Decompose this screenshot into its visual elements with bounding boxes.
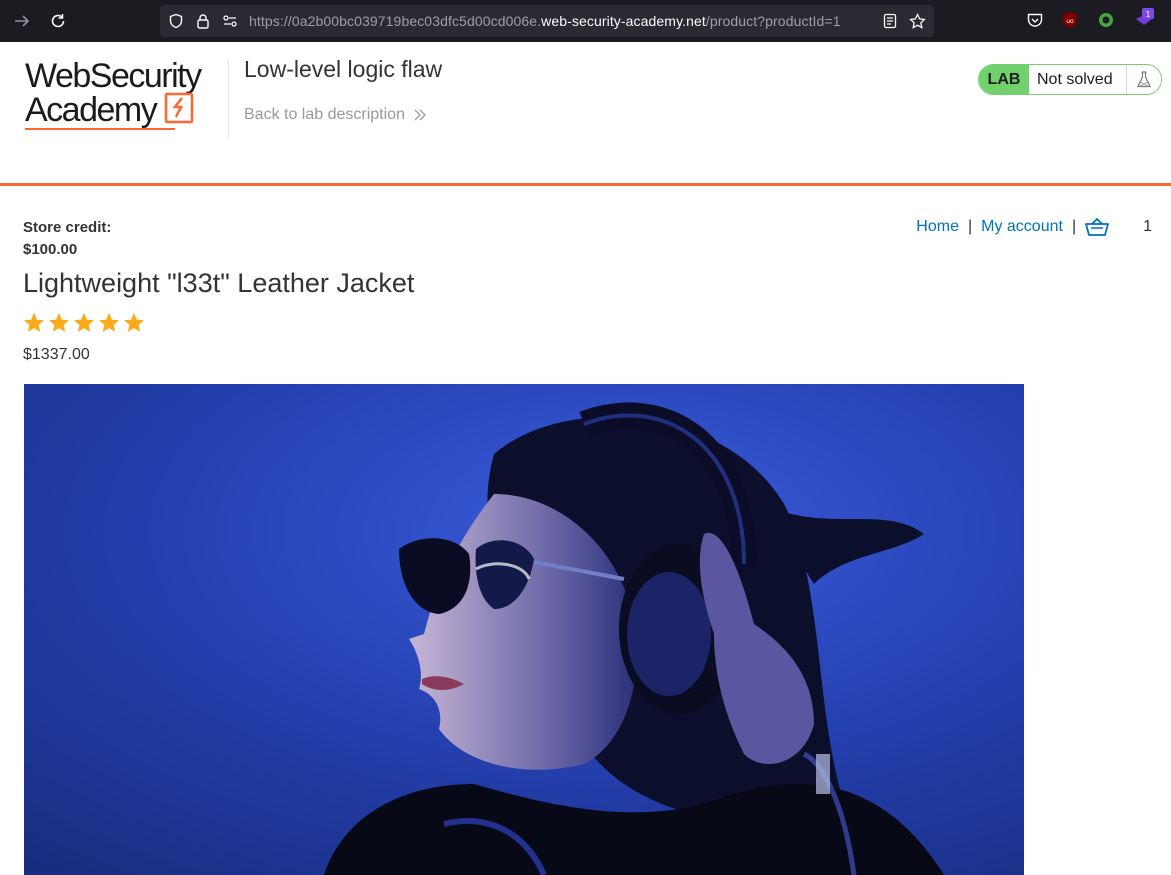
browser-toolbar: https://0a2b00bc039719bec03dfc5d00cd006e… xyxy=(0,0,1171,42)
ublock-origin-icon[interactable]: uo xyxy=(1061,11,1081,31)
site-permissions-icon[interactable] xyxy=(222,13,238,34)
store-credit-value: $100.00 xyxy=(23,241,78,258)
star-icon xyxy=(124,313,144,332)
address-bar[interactable]: https://0a2b00bc039719bec03dfc5d00cd006e… xyxy=(160,5,934,37)
pocket-icon[interactable] xyxy=(1026,11,1046,31)
reader-view-icon[interactable] xyxy=(882,13,898,34)
header-divider-orange xyxy=(0,183,1171,186)
extension-green-circle-icon[interactable] xyxy=(1097,11,1117,31)
lab-badge: LAB xyxy=(979,65,1029,94)
product-price: $1337.00 xyxy=(23,346,90,363)
product-photo-woman-headphones xyxy=(24,384,1024,875)
cart-icon[interactable] xyxy=(1085,217,1109,237)
svg-text:uo: uo xyxy=(1066,18,1074,25)
nav-separator: | xyxy=(967,218,973,235)
nav-separator: | xyxy=(1071,218,1077,235)
lab-title: Low-level logic flaw xyxy=(244,56,443,82)
logo-line-2: Academy xyxy=(25,91,158,129)
url-text: https://0a2b00bc039719bec03dfc5d00cd006e… xyxy=(249,13,841,29)
lab-status-text: Not solved xyxy=(1029,65,1127,94)
home-link[interactable]: Home xyxy=(916,218,959,236)
web-security-academy-logo[interactable]: WebSecurity Academy xyxy=(25,57,202,130)
back-link-label: Back to lab description xyxy=(244,106,405,123)
flask-icon xyxy=(1127,65,1161,94)
header-divider xyxy=(228,60,229,138)
top-navigation: Home | My account | 1 xyxy=(916,217,1152,237)
product-title: Lightweight "l33t" Leather Jacket xyxy=(23,268,415,298)
star-icon xyxy=(74,313,94,332)
cart-count: 1 xyxy=(1143,218,1152,235)
lab-status-widget: LAB Not solved xyxy=(978,64,1162,95)
star-icon xyxy=(49,313,69,332)
logo-line-1: WebSecurity xyxy=(25,57,202,95)
star-icon xyxy=(24,313,44,332)
back-to-lab-description-link[interactable]: Back to lab description xyxy=(244,106,427,124)
double-chevron-right-icon xyxy=(414,109,426,121)
shield-icon[interactable] xyxy=(168,13,184,34)
forward-arrow-icon[interactable] xyxy=(11,10,33,32)
svg-text:1: 1 xyxy=(1145,10,1150,19)
extension-purple-icon[interactable]: 1 xyxy=(1133,7,1154,27)
product-rating xyxy=(23,312,145,334)
bookmark-star-icon[interactable] xyxy=(909,12,926,35)
lab-header: WebSecurity Academy Low-level logic flaw… xyxy=(0,42,1171,183)
lock-icon[interactable] xyxy=(195,13,211,34)
reload-icon[interactable] xyxy=(47,10,69,32)
store-credit-label: Store credit: xyxy=(23,219,112,236)
logo-bolt-icon xyxy=(164,92,194,124)
my-account-link[interactable]: My account xyxy=(981,218,1063,236)
product-image xyxy=(24,384,1024,875)
star-icon xyxy=(99,313,119,332)
